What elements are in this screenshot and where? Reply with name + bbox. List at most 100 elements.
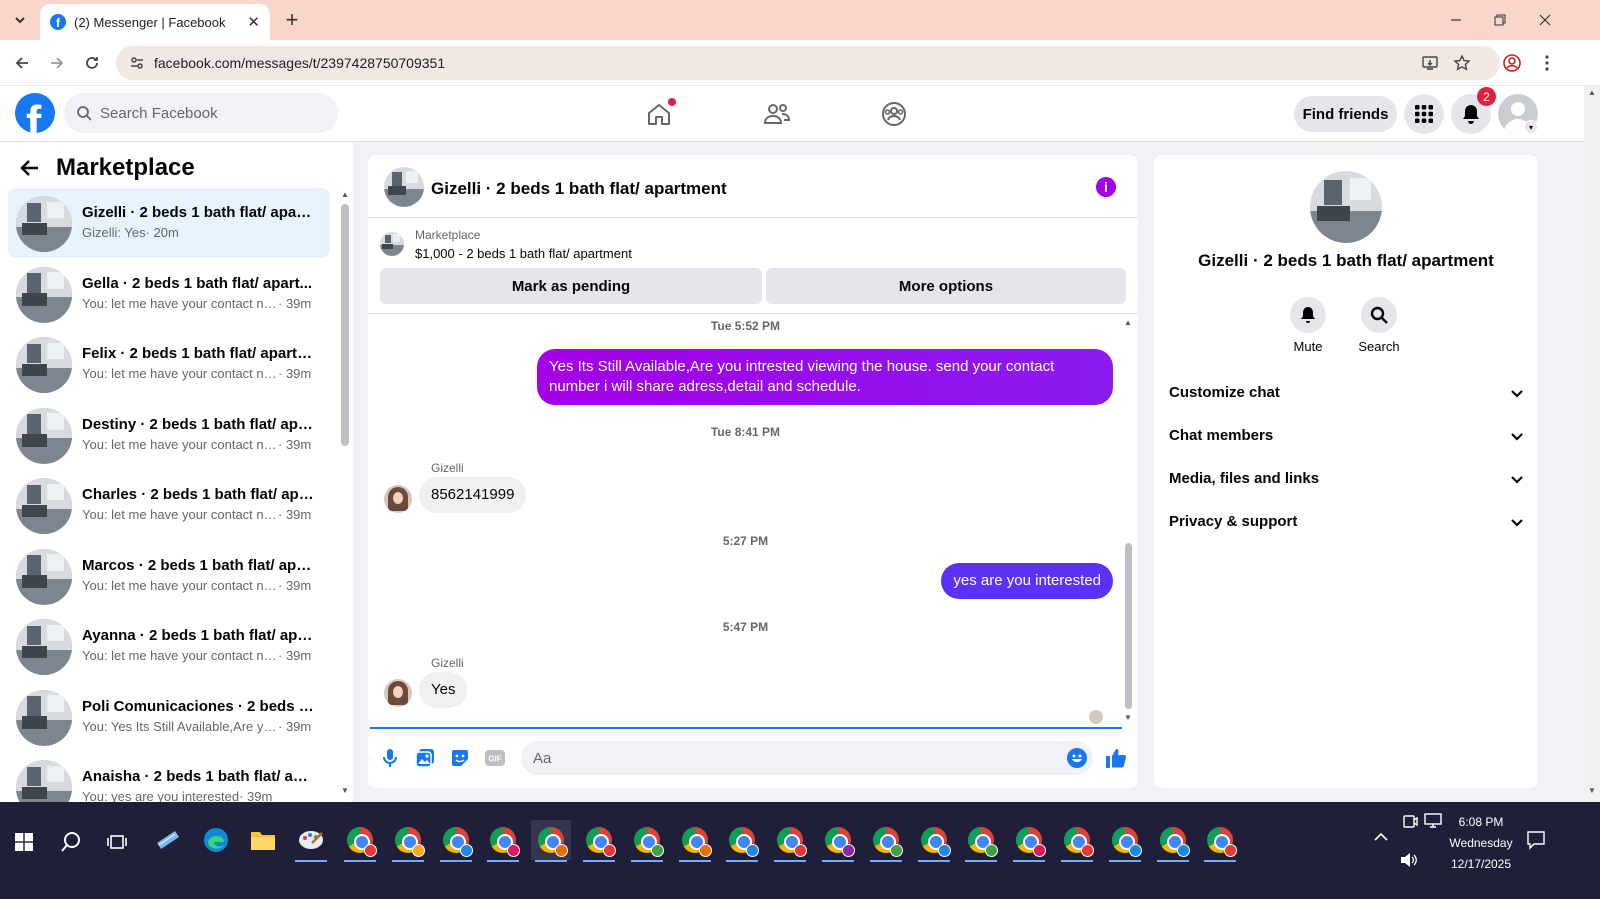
conversation-item[interactable]: Felix · 2 beds 1 bath flat/ apartm... You… [8,329,330,399]
outgoing-message[interactable]: yes are you interested [941,563,1113,599]
chrome-taskbar-icon[interactable] [1153,820,1193,862]
file-explorer-icon[interactable] [243,820,283,860]
like-thumbs-up-icon[interactable] [1104,746,1128,770]
restore-window-button[interactable] [1480,8,1520,32]
install-app-icon[interactable] [1419,52,1441,74]
chrome-taskbar-icon[interactable] [1200,820,1240,862]
chrome-taskbar-icon[interactable] [1057,820,1097,862]
facebook-logo-icon[interactable]: f [15,93,55,133]
conversation-item[interactable]: Ayanna · 2 beds 1 bath flat/ apar... You:… [8,611,330,681]
chrome-taskbar-icon[interactable] [388,820,428,862]
site-info-icon[interactable] [122,55,152,71]
tab-search-dropdown-icon[interactable] [8,9,32,31]
scroll-up-arrow-icon[interactable]: ▲ [341,190,349,199]
listing-title[interactable]: $1,000 - 2 beds 1 bath flat/ apartment [415,246,632,261]
page-scrollbar[interactable]: ▲ ▼ [1584,86,1600,802]
chrome-taskbar-icon[interactable] [675,820,715,862]
volume-icon[interactable] [1400,852,1418,868]
find-friends-button[interactable]: Find friends [1294,96,1397,132]
outgoing-message[interactable]: Yes Its Still Available,Are you intreste… [537,349,1113,405]
chat-scroll-down-arrow-icon[interactable]: ▼ [1124,713,1132,722]
profile-icon[interactable] [1500,51,1524,75]
scroll-down-arrow-icon[interactable]: ▼ [341,786,349,795]
conversation-info-icon[interactable]: i [1096,177,1116,197]
chat-title[interactable]: Gizelli · 2 beds 1 bath flat/ apartment [431,179,727,199]
apps-menu-icon[interactable] [1404,94,1444,134]
groups-icon[interactable] [876,96,912,132]
more-options-button[interactable]: More options [766,268,1126,304]
conversation-item[interactable]: Gizelli · 2 beds 1 bath flat/ apart... Gi… [8,188,330,258]
details-listing-avatar[interactable] [1310,171,1382,243]
conversation-item[interactable]: Gella · 2 beds 1 bath flat/ apart... You:… [8,259,330,329]
task-view-icon[interactable] [97,822,137,862]
emoji-icon[interactable] [1067,748,1087,768]
edge-browser-icon[interactable] [196,820,236,860]
media-files-links-section[interactable]: Media, files and links [1169,470,1524,487]
system-clock[interactable]: 6:08 PM Wednesday 12/17/2025 [1448,812,1514,875]
reload-icon[interactable] [80,51,104,75]
chat-scrollbar[interactable] [1125,543,1132,709]
page-scroll-up-icon[interactable]: ▲ [1588,88,1596,97]
conversation-item[interactable]: Poli Comunicaciones · 2 beds 1 b... You: … [8,682,330,752]
chrome-taskbar-icon[interactable] [818,820,858,862]
gif-icon[interactable]: GIF [483,746,507,770]
close-window-button[interactable] [1525,8,1565,32]
account-chevron-icon[interactable]: ▾ [1524,120,1538,134]
forward-icon[interactable] [45,51,69,75]
conversation-list-scrollbar[interactable] [341,204,349,446]
chrome-taskbar-icon[interactable] [866,820,906,862]
chat-members-section[interactable]: Chat members [1169,427,1524,444]
chrome-taskbar-icon[interactable] [722,820,762,862]
meet-now-icon[interactable] [1402,812,1418,830]
privacy-support-section[interactable]: Privacy & support [1169,513,1524,530]
chrome-taskbar-icon[interactable] [436,820,476,862]
windows-start-icon[interactable] [4,822,44,862]
desktop-app-icon[interactable] [148,820,188,860]
taskbar-search-icon[interactable] [51,822,91,862]
chat-listing-avatar[interactable] [384,167,424,207]
customize-chat-section[interactable]: Customize chat [1169,384,1524,401]
incoming-message[interactable]: 8562141999 [419,477,527,513]
minimize-window-button[interactable] [1436,8,1476,32]
home-icon[interactable] [641,96,677,132]
chrome-taskbar-icon[interactable] [1009,820,1049,862]
sender-avatar[interactable] [384,679,412,707]
network-icon[interactable] [1424,813,1442,829]
bookmark-star-icon[interactable] [1451,52,1473,74]
new-tab-button[interactable]: + [278,7,306,32]
chrome-taskbar-icon[interactable] [914,820,954,862]
conversation-item[interactable]: Destiny · 2 beds 1 bath flat/ apar... You… [8,400,330,470]
show-hidden-icons-chevron[interactable] [1374,832,1388,842]
close-tab-icon[interactable]: ✕ [247,13,260,31]
chrome-taskbar-icon[interactable] [483,820,523,862]
chrome-taskbar-icon[interactable] [627,820,667,862]
chrome-taskbar-icon[interactable] [961,820,1001,862]
chat-scroll-up-arrow-icon[interactable]: ▲ [1124,318,1132,327]
incoming-message[interactable]: Yes [419,672,468,708]
chrome-taskbar-icon[interactable] [770,820,810,862]
browser-menu-icon[interactable] [1535,51,1559,75]
sticker-icon[interactable] [448,746,472,770]
address-bar[interactable]: facebook.com/messages/t/2397428750709351 [116,46,1500,80]
search-conversation-button[interactable]: Search [1344,297,1414,354]
microphone-icon[interactable] [378,746,402,770]
sender-avatar[interactable] [384,485,412,513]
conversation-item[interactable]: Marcos · 2 beds 1 bath flat/ apar... You:… [8,541,330,611]
message-input[interactable]: Aa [521,741,1093,775]
friends-icon[interactable] [759,96,795,132]
back-icon[interactable] [10,51,34,75]
photo-attach-icon[interactable] [413,746,437,770]
listing-thumbnail[interactable] [380,232,404,256]
mark-as-pending-button[interactable]: Mark as pending [380,268,762,304]
chrome-taskbar-icon[interactable] [531,820,572,862]
facebook-search-input[interactable]: Search Facebook [64,93,338,133]
action-center-icon[interactable] [1526,830,1546,850]
conversation-item[interactable]: Charles · 2 beds 1 bath flat/ apar... You… [8,470,330,540]
mute-button[interactable]: Mute [1273,297,1343,354]
page-scroll-down-icon[interactable]: ▼ [1588,786,1596,795]
browser-tab[interactable]: f (2) Messenger | Facebook ✕ [40,4,270,40]
chrome-taskbar-icon[interactable] [1105,820,1145,862]
chrome-taskbar-icon[interactable] [579,820,619,862]
back-arrow-icon[interactable] [20,156,44,180]
paint-app-icon[interactable] [291,820,331,862]
